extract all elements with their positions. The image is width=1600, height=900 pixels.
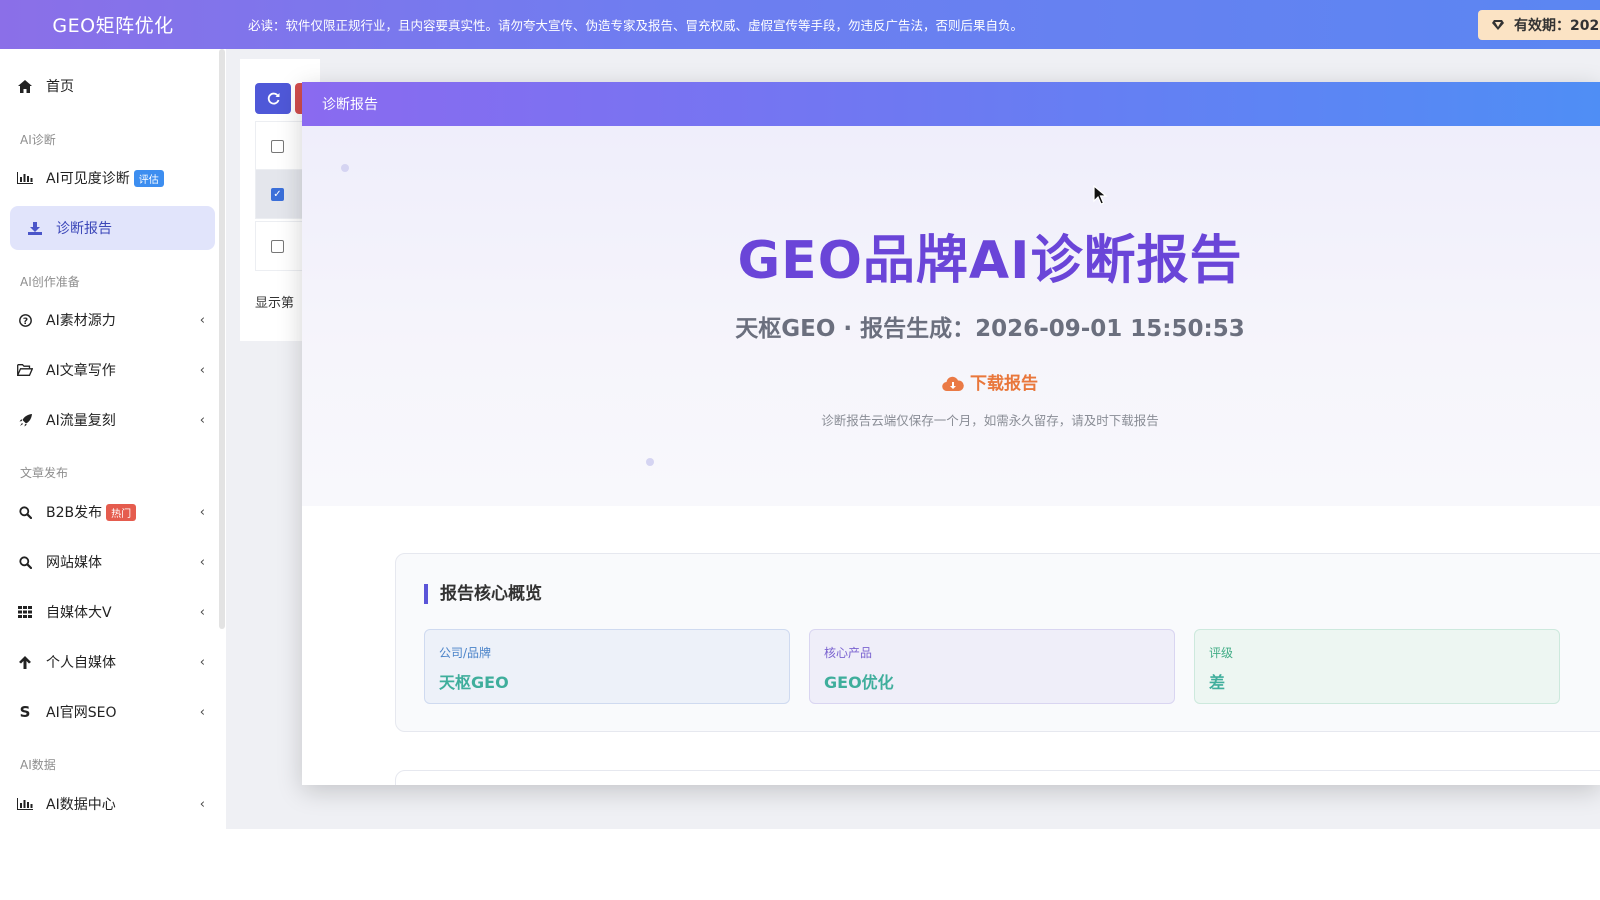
modal-title: 诊断报告 bbox=[322, 97, 378, 113]
sidebar-item-traffic[interactable]: AI流量复刻 ‹ bbox=[10, 398, 215, 442]
chevron-left-icon: ‹ bbox=[199, 312, 205, 328]
pagination-info: 显示第 bbox=[255, 296, 295, 311]
overview-card-rating: 评级 差 bbox=[1194, 629, 1560, 704]
sidebar-item-label: AI可见度诊断 bbox=[46, 171, 130, 187]
sidebar-item-label: AI数据中心 bbox=[46, 797, 116, 813]
decor-dot bbox=[341, 164, 349, 172]
section-label-ai-prep: AI创作准备 bbox=[20, 275, 80, 289]
sidebar-item-b2b[interactable]: B2B发布 热门 ‹ bbox=[10, 490, 215, 534]
table-row[interactable] bbox=[255, 221, 305, 271]
row-checkbox[interactable] bbox=[271, 139, 284, 153]
download-report-link[interactable]: 下载报告 bbox=[302, 369, 1600, 394]
overview-title: 报告核心概览 bbox=[424, 584, 542, 604]
notice-text: 必读：软件仅限正规行业，且内容要真实性。请勿夸大宣传、伪造专家及报告、冒充权威、… bbox=[248, 18, 1024, 33]
sidebar-item-label: AI素材源力 bbox=[46, 313, 116, 329]
section-label-publish: 文章发布 bbox=[20, 466, 69, 480]
decor-dot bbox=[646, 458, 654, 466]
arrow-up-icon bbox=[14, 655, 36, 669]
sidebar-item-label: 自媒体大V bbox=[46, 605, 112, 621]
sidebar-item-label: 首页 bbox=[46, 79, 74, 95]
sidebar-item-label: AI流量复刻 bbox=[46, 413, 116, 429]
card-key: 公司/品牌 bbox=[439, 646, 492, 660]
sidebar-item-visibility[interactable]: AI可见度诊断 评估 bbox=[10, 156, 215, 200]
sidebar-item-report[interactable]: 诊断报告 bbox=[10, 206, 215, 250]
bar-chart-icon bbox=[14, 172, 36, 184]
search-icon bbox=[14, 505, 36, 519]
chevron-left-icon: ‹ bbox=[199, 504, 205, 520]
next-section bbox=[395, 770, 1600, 785]
overview-card-company: 公司/品牌 天枢GEO bbox=[424, 629, 790, 704]
section-label-data: AI数据 bbox=[20, 758, 56, 772]
search-icon bbox=[14, 555, 36, 569]
question-circle-icon: ? bbox=[14, 313, 36, 327]
overview-card-product: 核心产品 GEO优化 bbox=[809, 629, 1175, 704]
sidebar-item-material[interactable]: ? AI素材源力 ‹ bbox=[10, 298, 215, 342]
card-key: 评级 bbox=[1209, 646, 1234, 660]
sidebar-item-label: 网站媒体 bbox=[46, 555, 102, 571]
row-checkbox[interactable] bbox=[271, 239, 284, 253]
row-checkbox-checked[interactable]: ✓ bbox=[271, 187, 284, 201]
refresh-icon bbox=[267, 92, 279, 105]
sidebar-item-label: B2B发布 bbox=[46, 505, 103, 521]
chevron-left-icon: ‹ bbox=[199, 554, 205, 570]
sidebar-item-label: AI官网SEO bbox=[46, 705, 117, 721]
chevron-left-icon: ‹ bbox=[199, 796, 205, 812]
hot-badge: 热门 bbox=[106, 503, 137, 521]
card-value: 天枢GEO bbox=[439, 673, 509, 692]
home-icon bbox=[14, 79, 36, 93]
report-subtitle: 天枢GEO · 报告生成：2026-09-01 15:50:53 bbox=[735, 316, 1245, 342]
report-title: GEO品牌AI诊断报告 bbox=[737, 231, 1243, 291]
card-value: 差 bbox=[1209, 673, 1226, 692]
table-row[interactable] bbox=[255, 121, 305, 171]
sidebar-item-home[interactable]: 首页 bbox=[10, 64, 215, 108]
cloud-download-icon bbox=[942, 376, 964, 392]
sidebar-item-label: AI文章写作 bbox=[46, 363, 116, 379]
grid-icon bbox=[14, 606, 36, 618]
bar-chart-icon bbox=[14, 798, 36, 810]
sidebar: 首页 AI诊断 AI可见度诊断 评估 诊断报告 AI创作准备 ? AI素材源力 … bbox=[0, 49, 226, 849]
section-label-ai-diag: AI诊断 bbox=[20, 133, 56, 147]
overview-section: 报告核心概览 公司/品牌 天枢GEO 核心产品 GEO优化 评级 差 bbox=[395, 553, 1600, 732]
sidebar-item-we-media[interactable]: 自媒体大V ‹ bbox=[10, 590, 215, 634]
sidebar-scrollbar[interactable] bbox=[219, 49, 225, 629]
chevron-left-icon: ‹ bbox=[199, 362, 205, 378]
chevron-left-icon: ‹ bbox=[199, 654, 205, 670]
sidebar-item-web-media[interactable]: 网站媒体 ‹ bbox=[10, 540, 215, 584]
table-row[interactable]: ✓ bbox=[255, 169, 305, 219]
download-icon bbox=[24, 221, 46, 235]
validity-text: 有效期：2027 bbox=[1514, 18, 1600, 34]
top-header: GEO矩阵优化 必读：软件仅限正规行业，且内容要真实性。请勿夸大宣传、伪造专家及… bbox=[0, 0, 1600, 49]
refresh-button[interactable] bbox=[255, 83, 291, 114]
sidebar-item-label: 诊断报告 bbox=[56, 221, 112, 237]
card-key: 核心产品 bbox=[824, 646, 873, 660]
sidebar-item-personal[interactable]: 个人自媒体 ‹ bbox=[10, 640, 215, 684]
report-modal: 诊断报告 GEO品牌AI诊断报告 天枢GEO · 报告生成：2026-09-01… bbox=[302, 82, 1600, 785]
modal-header: 诊断报告 bbox=[302, 82, 1600, 126]
brand-logo[interactable]: GEO矩阵优化 bbox=[0, 11, 226, 38]
sidebar-item-data-center[interactable]: AI数据中心 ‹ bbox=[10, 782, 215, 826]
chevron-left-icon: ‹ bbox=[199, 704, 205, 720]
report-hero: GEO品牌AI诊断报告 天枢GEO · 报告生成：2026-09-01 15:5… bbox=[302, 126, 1600, 506]
svg-text:?: ? bbox=[22, 316, 27, 326]
card-value: GEO优化 bbox=[824, 673, 894, 692]
eval-badge: 评估 bbox=[133, 169, 164, 187]
download-note: 诊断报告云端仅保存一个月，如需永久留存，请及时下载报告 bbox=[821, 413, 1159, 428]
dollar-s-icon: S bbox=[19, 703, 31, 721]
rocket-icon bbox=[14, 413, 36, 427]
download-label: 下载报告 bbox=[970, 374, 1038, 394]
chevron-left-icon: ‹ bbox=[199, 412, 205, 428]
diamond-icon bbox=[1492, 20, 1504, 30]
chevron-left-icon: ‹ bbox=[199, 604, 205, 620]
folder-open-icon bbox=[14, 364, 36, 376]
sidebar-item-label: 个人自媒体 bbox=[46, 655, 116, 671]
sidebar-item-article[interactable]: AI文章写作 ‹ bbox=[10, 348, 215, 392]
sidebar-item-seo[interactable]: S AI官网SEO ‹ bbox=[10, 690, 215, 734]
validity-badge[interactable]: 有效期：2027 bbox=[1478, 10, 1600, 40]
mouse-cursor-icon bbox=[1093, 185, 1108, 205]
